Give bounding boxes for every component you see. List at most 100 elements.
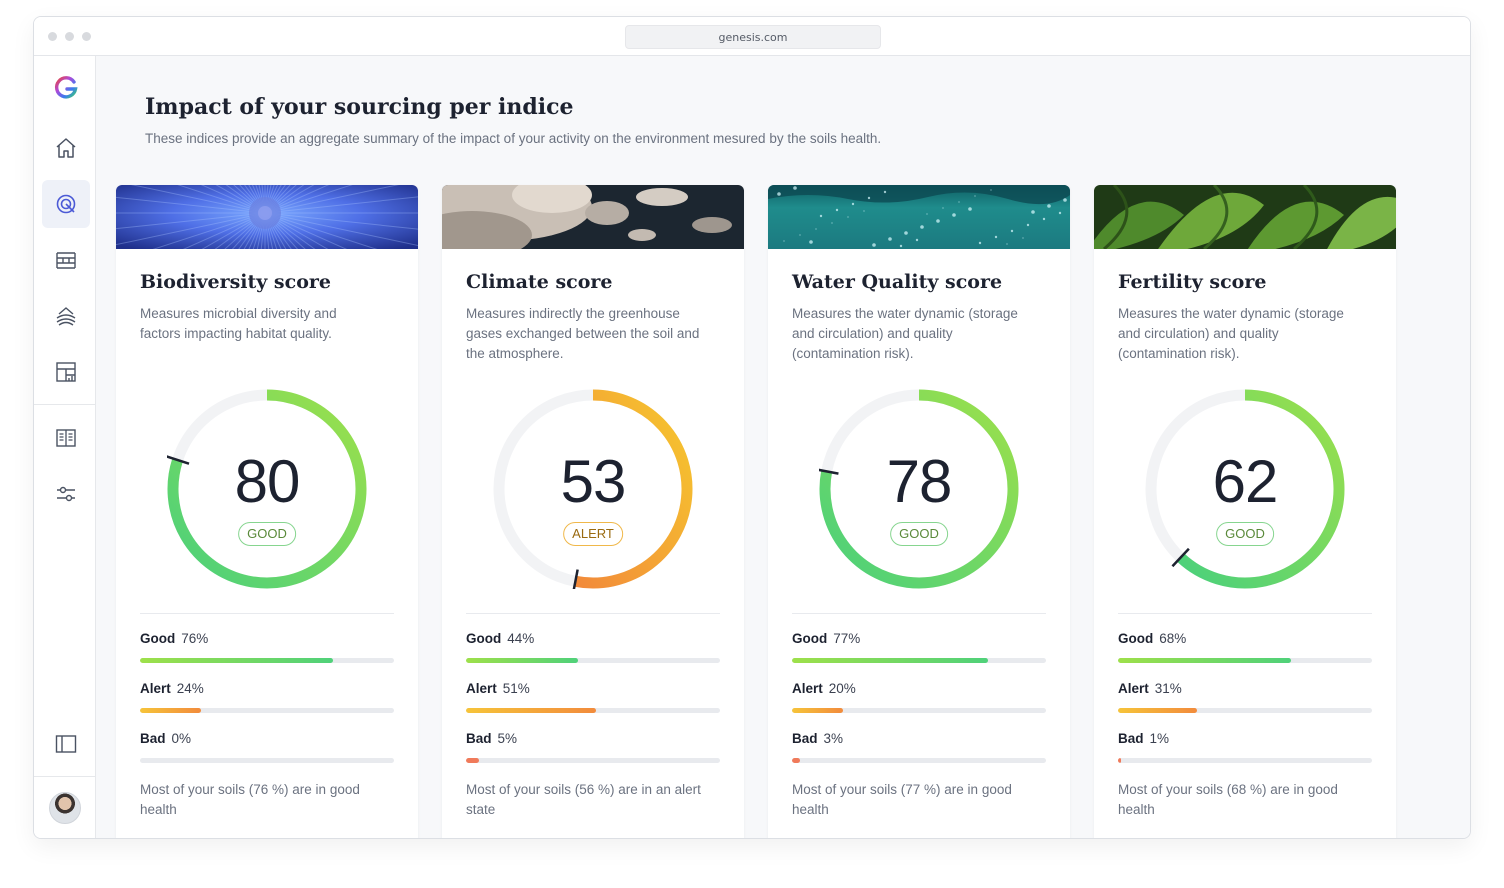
alert-stat: Alert 20%	[792, 681, 856, 696]
good-stat: Good 77%	[792, 631, 860, 646]
sidebar-item-home[interactable]	[42, 124, 90, 172]
user-avatar[interactable]	[49, 792, 81, 824]
page-subtitle: These indices provide an aggregate summa…	[145, 131, 882, 146]
window-maximize-dot[interactable]	[82, 32, 91, 41]
alert-bar-fill	[792, 708, 843, 713]
logo-icon	[54, 76, 78, 99]
good-percent: 68%	[1159, 631, 1187, 646]
genesis-logo[interactable]	[42, 64, 90, 112]
bad-percent: 5%	[497, 731, 518, 746]
bad-percent: 3%	[823, 731, 844, 746]
sidebar-divider	[34, 404, 96, 405]
alert-percent: 31%	[1154, 681, 1182, 696]
card-title: Biodiversity score	[140, 271, 331, 293]
status-badge: GOOD	[890, 522, 948, 546]
alert-bar-fill	[466, 708, 596, 713]
sidebar-item-layers[interactable]	[42, 236, 90, 284]
card-banner-image	[768, 185, 1070, 249]
browser-titlebar: genesis.com	[34, 17, 1470, 56]
card-banner-image	[116, 185, 418, 249]
score-value: 78	[886, 448, 953, 515]
alert-stat: Alert 51%	[466, 681, 530, 696]
score-gauge: 53 ALERT	[493, 389, 693, 594]
status-badge: GOOD	[1216, 522, 1274, 546]
card-banner-image	[1094, 185, 1396, 249]
bad-label: Bad	[792, 731, 818, 746]
good-stat: Good 68%	[1118, 631, 1186, 646]
card-divider	[140, 613, 394, 614]
good-stat: Good 76%	[140, 631, 208, 646]
alert-percent: 20%	[828, 681, 856, 696]
score-card-climate[interactable]: Climate score Measures indirectly the gr…	[442, 185, 744, 838]
field-icon	[56, 307, 76, 326]
status-badge: ALERT	[563, 522, 623, 546]
good-percent: 76%	[181, 631, 209, 646]
bad-label: Bad	[1118, 731, 1144, 746]
good-stat: Good 44%	[466, 631, 534, 646]
alert-label: Alert	[140, 681, 171, 696]
card-title: Water Quality score	[792, 271, 1003, 293]
home-icon	[56, 138, 76, 158]
score-gauge: 78 GOOD	[814, 389, 1019, 589]
card-summary: Most of your soils (77 %) are in good he…	[792, 782, 1012, 817]
card-summary: Most of your soils (68 %) are in good he…	[1118, 782, 1338, 817]
book-icon	[56, 429, 76, 447]
score-card-water[interactable]: Water Quality score Measures the water d…	[768, 185, 1070, 838]
alert-bar	[466, 708, 720, 713]
alert-percent: 24%	[176, 681, 204, 696]
bad-bar	[792, 758, 1046, 763]
sidebar-item-fields[interactable]	[42, 292, 90, 340]
score-value: 53	[560, 448, 627, 515]
sidebar-divider-bottom	[34, 776, 96, 777]
bad-bar-fill	[466, 758, 479, 763]
alert-bar	[140, 708, 394, 713]
bad-bar	[140, 758, 394, 763]
good-bar	[1118, 658, 1372, 663]
card-summary: Most of your soils (56 %) are in an aler…	[466, 782, 701, 817]
sidebar	[34, 56, 96, 838]
card-title: Fertility score	[1118, 271, 1267, 293]
address-bar[interactable]: genesis.com	[625, 25, 881, 49]
alert-bar-fill	[1118, 708, 1197, 713]
bad-bar	[1118, 758, 1372, 763]
sidebar-item-impact[interactable]	[42, 180, 90, 228]
card-banner-image	[442, 185, 744, 249]
alert-stat: Alert 24%	[140, 681, 204, 696]
good-label: Good	[140, 631, 176, 646]
score-card-biodiversity[interactable]: Biodiversity score Measures microbial di…	[116, 185, 418, 838]
good-label: Good	[466, 631, 502, 646]
alert-percent: 51%	[502, 681, 530, 696]
window-minimize-dot[interactable]	[65, 32, 74, 41]
alert-bar	[1118, 708, 1372, 713]
card-description: Measures indirectly the greenhouse gases…	[466, 306, 700, 361]
window-close-dot[interactable]	[48, 32, 57, 41]
bad-label: Bad	[466, 731, 492, 746]
bad-percent: 0%	[171, 731, 192, 746]
target-icon	[56, 194, 76, 214]
card-summary: Most of your soils (76 %) are in good he…	[140, 782, 360, 817]
alert-label: Alert	[1118, 681, 1149, 696]
panel-icon	[55, 735, 77, 753]
layers-icon	[56, 252, 76, 269]
score-gauge: 62 GOOD	[1145, 389, 1345, 589]
card-divider	[792, 613, 1046, 614]
alert-stat: Alert 31%	[1118, 681, 1182, 696]
good-percent: 77%	[833, 631, 861, 646]
score-gauge: 80 GOOD	[165, 389, 367, 589]
sidebar-toggle-panel[interactable]	[42, 720, 90, 768]
good-bar	[140, 658, 394, 663]
sidebar-item-settings[interactable]	[42, 470, 90, 518]
sidebar-item-reports[interactable]	[42, 348, 90, 396]
good-bar	[466, 658, 720, 663]
score-value: 80	[234, 448, 301, 515]
alert-label: Alert	[466, 681, 497, 696]
main-content: Impact of your sourcing per indice These…	[96, 56, 1470, 838]
bad-stat: Bad 3%	[792, 731, 843, 746]
good-label: Good	[1118, 631, 1154, 646]
page-title: Impact of your sourcing per indice	[145, 94, 574, 120]
sidebar-item-docs[interactable]	[42, 414, 90, 462]
alert-bar	[792, 708, 1046, 713]
alert-bar-fill	[140, 708, 201, 713]
bad-bar	[466, 758, 720, 763]
score-card-fertility[interactable]: Fertility score Measures the water dynam…	[1094, 185, 1396, 838]
